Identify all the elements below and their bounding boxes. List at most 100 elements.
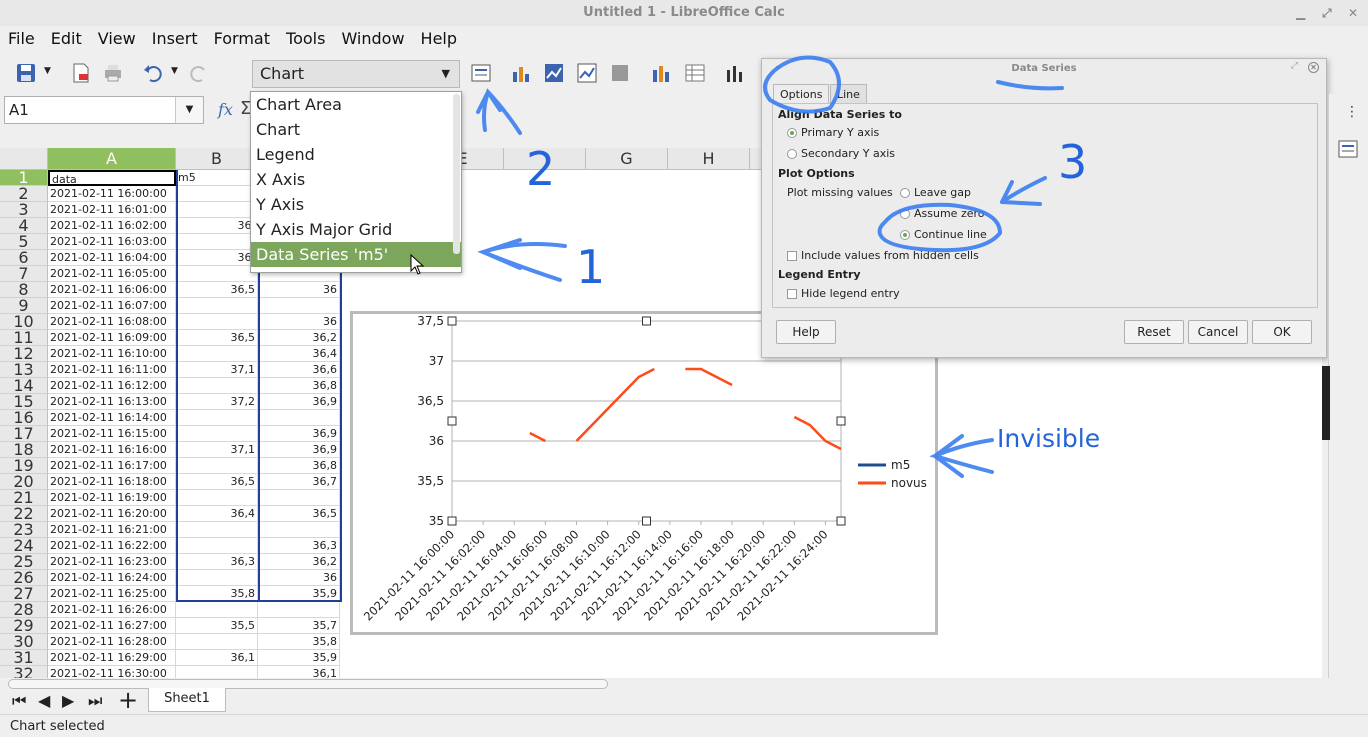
dropdown-option[interactable]: X Axis	[251, 167, 461, 192]
cell-b[interactable]: 36,3	[176, 554, 258, 570]
cell-c[interactable]: 36,2	[258, 554, 340, 570]
close-icon[interactable]: ✕	[1348, 0, 1358, 26]
cell-c[interactable]: 36,6	[258, 362, 340, 378]
menu-tools[interactable]: Tools	[278, 26, 333, 52]
cell-a[interactable]: data	[48, 170, 176, 186]
cell-b[interactable]	[176, 186, 258, 202]
dropdown-option[interactable]: Y Axis Major Grid	[251, 217, 461, 242]
chart-object[interactable]: 35 35,5 36 36,5 37 37,5 2021-02-11 16:00:00 202…	[350, 311, 938, 635]
cell-a[interactable]: 2021-02-11 16:02:00	[48, 218, 176, 234]
maximize-icon[interactable]: ⤢	[1322, 0, 1332, 26]
cell-c[interactable]: 36	[258, 282, 340, 298]
cell-c[interactable]: 36,2	[258, 330, 340, 346]
row-header[interactable]: 32	[0, 666, 48, 678]
cell-c[interactable]: 36,8	[258, 378, 340, 394]
undo-icon[interactable]	[142, 62, 164, 84]
next-sheet-icon[interactable]: ▶	[62, 691, 74, 710]
cell-b[interactable]: 36,	[176, 218, 258, 234]
horizontal-scrollbar[interactable]	[8, 679, 608, 689]
cell-b[interactable]	[176, 458, 258, 474]
cell-c[interactable]: 36,3	[258, 538, 340, 554]
cell-a[interactable]: 2021-02-11 16:19:00	[48, 490, 176, 506]
leave-gap-label[interactable]: Leave gap	[914, 186, 971, 199]
continue-line-radio[interactable]	[900, 230, 910, 240]
cell-a[interactable]: 2021-02-11 16:03:00	[48, 234, 176, 250]
cell-b[interactable]	[176, 378, 258, 394]
cell-c[interactable]: 36,5	[258, 506, 340, 522]
cell-b[interactable]	[176, 266, 258, 282]
menu-file[interactable]: File	[0, 26, 43, 52]
cell-a[interactable]: 2021-02-11 16:05:00	[48, 266, 176, 282]
cell-a[interactable]: 2021-02-11 16:24:00	[48, 570, 176, 586]
cell-b[interactable]	[176, 538, 258, 554]
cell-c[interactable]: 36,9	[258, 426, 340, 442]
cell-c[interactable]	[258, 522, 340, 538]
dialog-menu-icon[interactable]: ⌄	[774, 61, 782, 71]
cell-c[interactable]: 36	[258, 314, 340, 330]
cell-a[interactable]: 2021-02-11 16:28:00	[48, 634, 176, 650]
previous-sheet-icon[interactable]: ◀	[38, 691, 50, 710]
dropdown-option[interactable]: Data Series 'm5'	[251, 242, 461, 267]
column-header-a[interactable]: A	[48, 148, 176, 170]
cell-b[interactable]	[176, 202, 258, 218]
cell-c[interactable]	[258, 602, 340, 618]
cell-a[interactable]: 2021-02-11 16:17:00	[48, 458, 176, 474]
save-icon[interactable]	[15, 62, 37, 84]
secondary-y-radio[interactable]	[787, 149, 797, 159]
cell-a[interactable]: 2021-02-11 16:16:00	[48, 442, 176, 458]
cell-a[interactable]: 2021-02-11 16:12:00	[48, 378, 176, 394]
menu-edit[interactable]: Edit	[43, 26, 90, 52]
format-selection-icon[interactable]	[470, 62, 492, 84]
3d-view-icon[interactable]	[609, 62, 631, 84]
cell-a[interactable]: 2021-02-11 16:15:00	[48, 426, 176, 442]
hide-legend-checkbox[interactable]	[787, 289, 797, 299]
cell-c[interactable]	[258, 490, 340, 506]
cell-b[interactable]	[176, 234, 258, 250]
dropdown-option[interactable]: Y Axis	[251, 192, 461, 217]
continue-line-label[interactable]: Continue line	[914, 228, 987, 241]
hide-legend-label[interactable]: Hide legend entry	[801, 287, 900, 300]
cell-a[interactable]: 2021-02-11 16:29:00	[48, 650, 176, 666]
chart-wall-icon[interactable]	[543, 62, 565, 84]
include-hidden-checkbox[interactable]	[787, 251, 797, 261]
ok-button[interactable]: OK	[1252, 320, 1312, 344]
cell-a[interactable]: 2021-02-11 16:04:00	[48, 250, 176, 266]
column-header-b[interactable]: B	[176, 148, 258, 170]
cell-b[interactable]	[176, 602, 258, 618]
cell-c[interactable]: 35,7	[258, 618, 340, 634]
cell-a[interactable]: 2021-02-11 16:18:00	[48, 474, 176, 490]
cell-a[interactable]: 2021-02-11 16:27:00	[48, 618, 176, 634]
menu-view[interactable]: View	[90, 26, 144, 52]
primary-y-radio[interactable]	[787, 128, 797, 138]
cell-a[interactable]: 2021-02-11 16:20:00	[48, 506, 176, 522]
dropdown-scrollbar[interactable]	[453, 94, 460, 254]
cell-c[interactable]	[258, 410, 340, 426]
cell-c[interactable]: 36,1	[258, 666, 340, 678]
cell-a[interactable]: 2021-02-11 16:21:00	[48, 522, 176, 538]
first-sheet-icon[interactable]: ⏮	[12, 691, 26, 711]
line-chart[interactable]: 3535,53636,53737,52021-02-11 16:00:00202…	[353, 314, 935, 632]
name-box[interactable]: A1 ▼	[4, 96, 204, 124]
cell-a[interactable]: 2021-02-11 16:10:00	[48, 346, 176, 362]
legend-icon[interactable]	[650, 62, 672, 84]
dropdown-option[interactable]: Chart Area	[251, 92, 461, 117]
cell-a[interactable]: 2021-02-11 16:30:00	[48, 666, 176, 678]
cell-c[interactable]: 36,7	[258, 474, 340, 490]
chevron-down-icon[interactable]: ▼	[175, 97, 203, 123]
cell-b[interactable]	[176, 298, 258, 314]
cell-b[interactable]: 36,5	[176, 282, 258, 298]
cell-b[interactable]	[176, 634, 258, 650]
chart-element-dropdown[interactable]: Chart Area Chart Legend X Axis Y Axis Y Axis …	[250, 91, 462, 273]
leave-gap-radio[interactable]	[900, 188, 910, 198]
column-header-h[interactable]: H	[668, 148, 750, 170]
menu-format[interactable]: Format	[206, 26, 278, 52]
cell-b[interactable]: 36,4	[176, 506, 258, 522]
menu-window[interactable]: Window	[333, 26, 412, 52]
cell-b[interactable]: 37,2	[176, 394, 258, 410]
cell-b[interactable]	[176, 346, 258, 362]
help-button[interactable]: Help	[776, 320, 836, 344]
menu-insert[interactable]: Insert	[144, 26, 206, 52]
cell-c[interactable]: 36,4	[258, 346, 340, 362]
cancel-button[interactable]: Cancel	[1188, 320, 1248, 344]
print-icon[interactable]	[102, 62, 124, 84]
